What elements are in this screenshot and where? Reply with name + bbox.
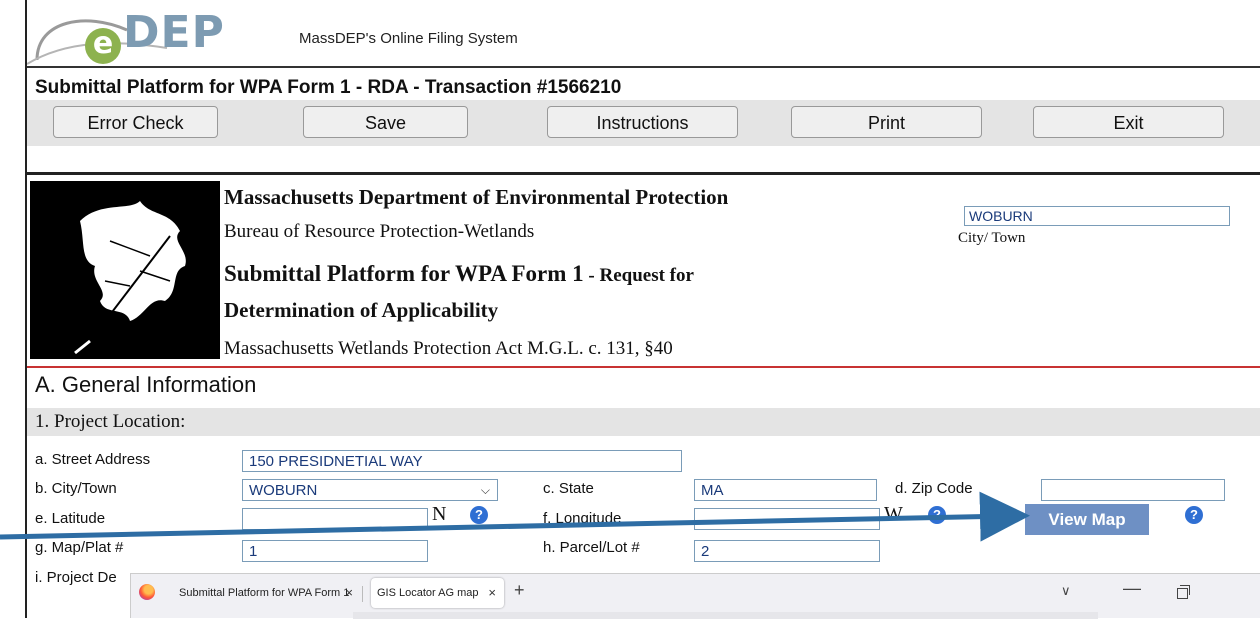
close-icon[interactable]: ×: [345, 578, 353, 608]
browser-tab-bar: Submittal Platform for WPA Form 1 × GIS …: [130, 573, 1260, 619]
tab-gis-locator[interactable]: GIS Locator AG map ×: [371, 578, 504, 608]
tab-separator: [362, 586, 363, 602]
new-tab-icon[interactable]: +: [514, 580, 525, 601]
tab-submittal-platform[interactable]: Submittal Platform for WPA Form 1 ×: [173, 578, 361, 608]
annotation-arrow: [0, 491, 1030, 542]
firefox-icon: [139, 584, 155, 600]
tab-label: GIS Locator AG map: [377, 587, 479, 599]
tab-label: Submittal Platform for WPA Form 1: [179, 587, 350, 599]
minimize-icon[interactable]: —: [1123, 578, 1141, 599]
restore-icon[interactable]: [1177, 585, 1190, 599]
list-tabs-icon[interactable]: ∨: [1061, 583, 1071, 599]
close-icon[interactable]: ×: [488, 578, 496, 608]
